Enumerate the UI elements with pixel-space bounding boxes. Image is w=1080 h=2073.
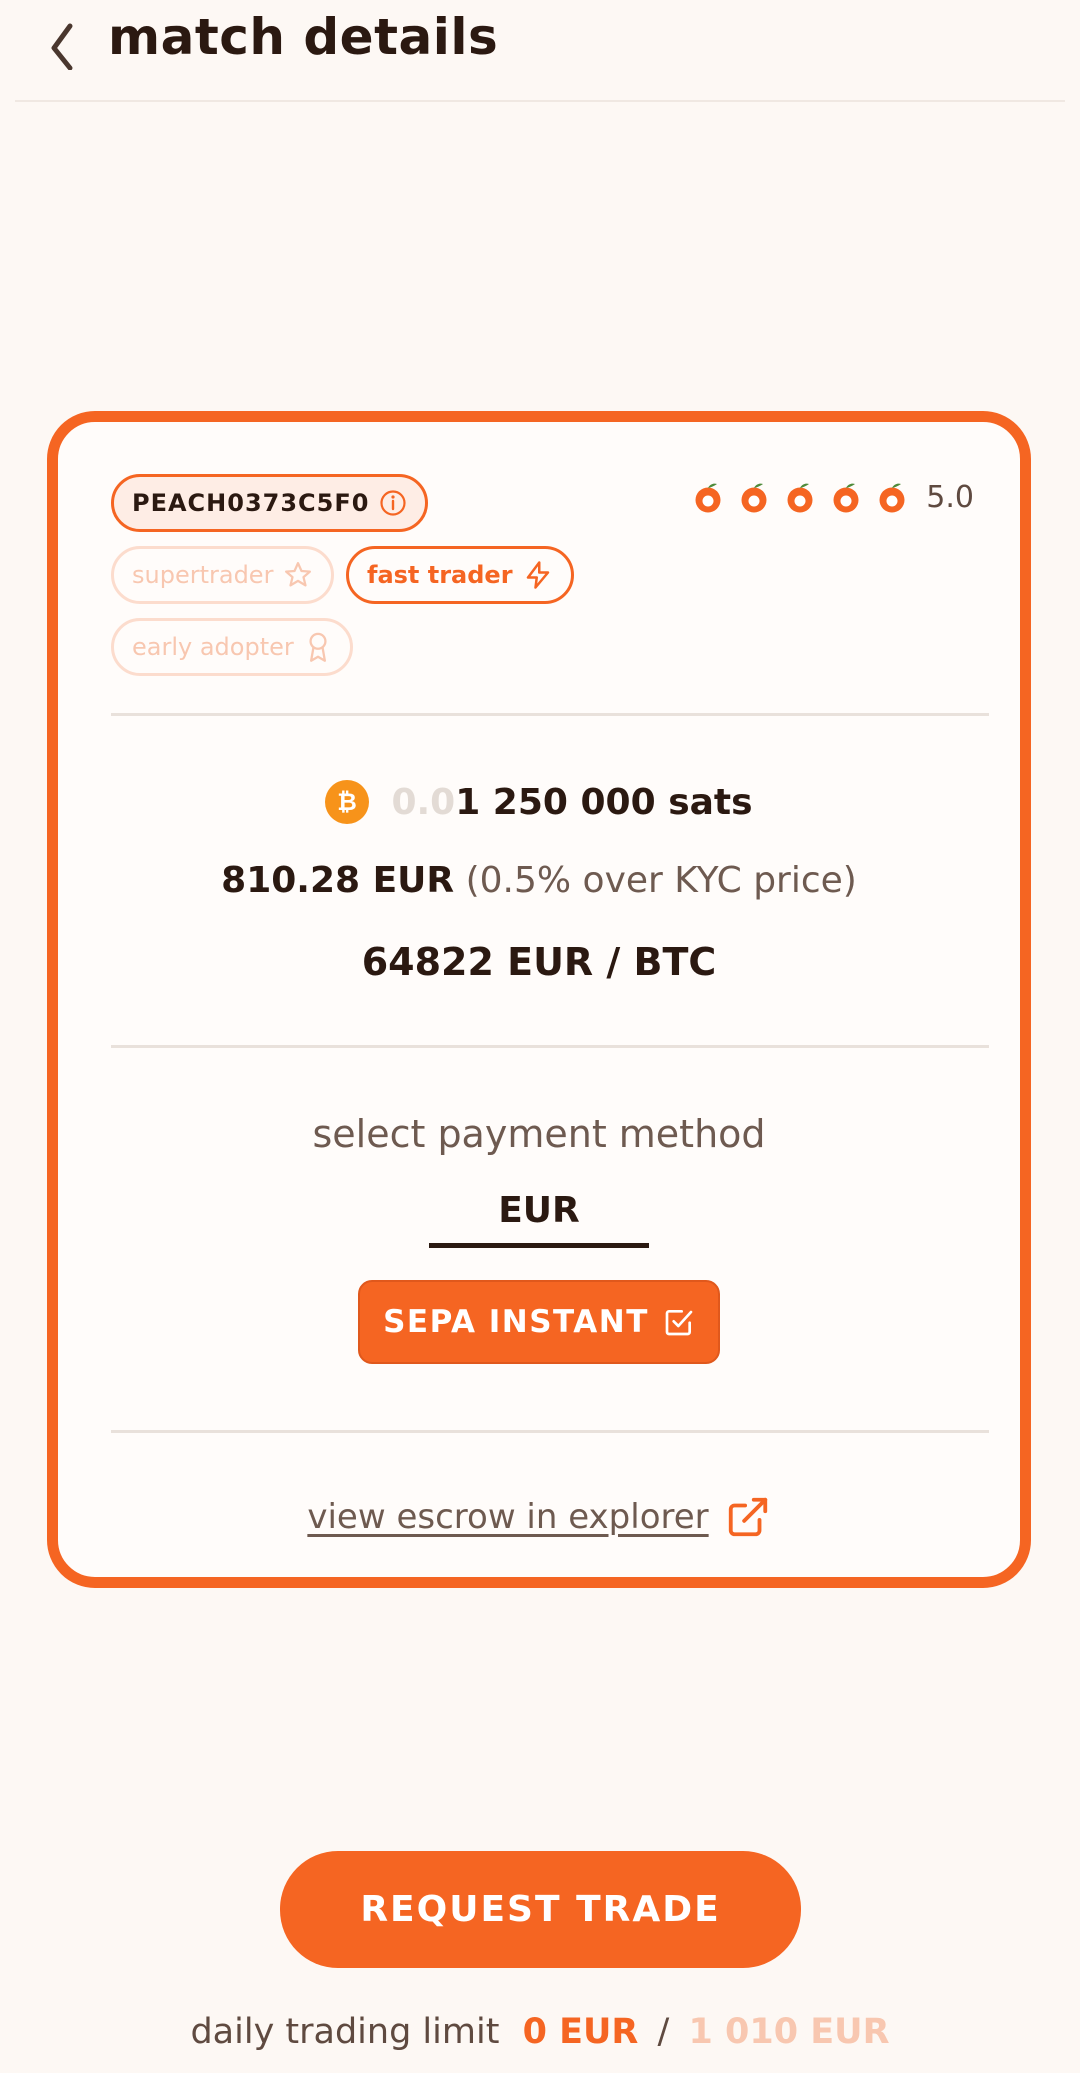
divider (111, 1430, 989, 1433)
svg-text:₿: ₿ (338, 788, 358, 816)
view-escrow-label: view escrow in explorer (307, 1497, 709, 1537)
payment-method-label: SEPA INSTANT (383, 1304, 649, 1340)
supertrader-badge[interactable]: supertrader (111, 546, 335, 604)
amount-unit: sats (668, 781, 753, 823)
trader-id-badge[interactable]: PEACH0373C5F0 (111, 474, 429, 532)
external-link-icon (728, 1497, 767, 1537)
request-trade-button[interactable]: REQUEST TRADE (280, 1851, 801, 1968)
trader-id: PEACH0373C5F0 (132, 489, 370, 517)
match-card: PEACH0373C5F0 5.0 supertrader fast trade… (47, 411, 1031, 1588)
badge-label: early adopter (132, 633, 294, 661)
badge-label: fast trader (367, 561, 513, 589)
peach-rating-icon (833, 483, 859, 512)
header: match details (0, 0, 1080, 100)
price-premium: (0.5% over KYC price) (465, 860, 857, 901)
peach-rating-icon (879, 483, 905, 512)
divider (111, 1045, 989, 1048)
limit-separator: / (657, 2012, 670, 2052)
page-title: match details (108, 8, 499, 66)
payment-method-button[interactable]: SEPA INSTANT (358, 1280, 720, 1364)
star-icon (285, 562, 312, 587)
rating-value: 5.0 (926, 480, 974, 515)
trade-amount: ₿ 0.01 250 000 sats (58, 780, 1020, 824)
price-value: 810.28 EUR (221, 860, 455, 901)
daily-trading-limit: daily trading limit 0 EUR / 1 010 EUR (0, 2012, 1080, 2052)
checkbox-checked-icon (665, 1310, 693, 1336)
limit-used: 0 EUR (522, 2012, 639, 2052)
divider (111, 713, 989, 716)
btc-rate: 64822 EUR / BTC (361, 940, 717, 984)
amount-faded-prefix: 0.0 (391, 781, 456, 823)
back-button[interactable] (40, 10, 84, 71)
fast-trader-badge[interactable]: fast trader (346, 546, 574, 604)
header-divider (15, 100, 1065, 102)
amount-value: 1 250 000 (455, 781, 656, 823)
currency-tab-eur[interactable]: EUR (429, 1190, 649, 1248)
badge-label: supertrader (132, 561, 274, 589)
limit-max: 1 010 EUR (688, 2012, 890, 2052)
select-payment-label: select payment method (312, 1112, 766, 1156)
lightning-icon (526, 561, 549, 589)
info-icon (380, 490, 407, 516)
limit-label: daily trading limit (190, 2012, 500, 2052)
peach-rating-icon (787, 483, 813, 512)
view-escrow-link[interactable]: view escrow in explorer (58, 1494, 1020, 1540)
peach-rating-icon (695, 483, 721, 512)
early-adopter-badge[interactable]: early adopter (111, 618, 353, 676)
award-ribbon-icon (309, 632, 327, 662)
match-details-screen: match details PEACH0373C5F0 5.0 supertra… (0, 0, 1080, 2073)
peach-rating-icon (741, 483, 767, 512)
fiat-price: 810.28 EUR (0.5% over KYC price) (58, 860, 1020, 901)
chevron-left-icon (51, 23, 73, 71)
rating: 5.0 (692, 480, 974, 515)
bitcoin-icon: ₿ (325, 780, 370, 824)
sats-amount: 0.01 250 000 sats (391, 782, 752, 823)
